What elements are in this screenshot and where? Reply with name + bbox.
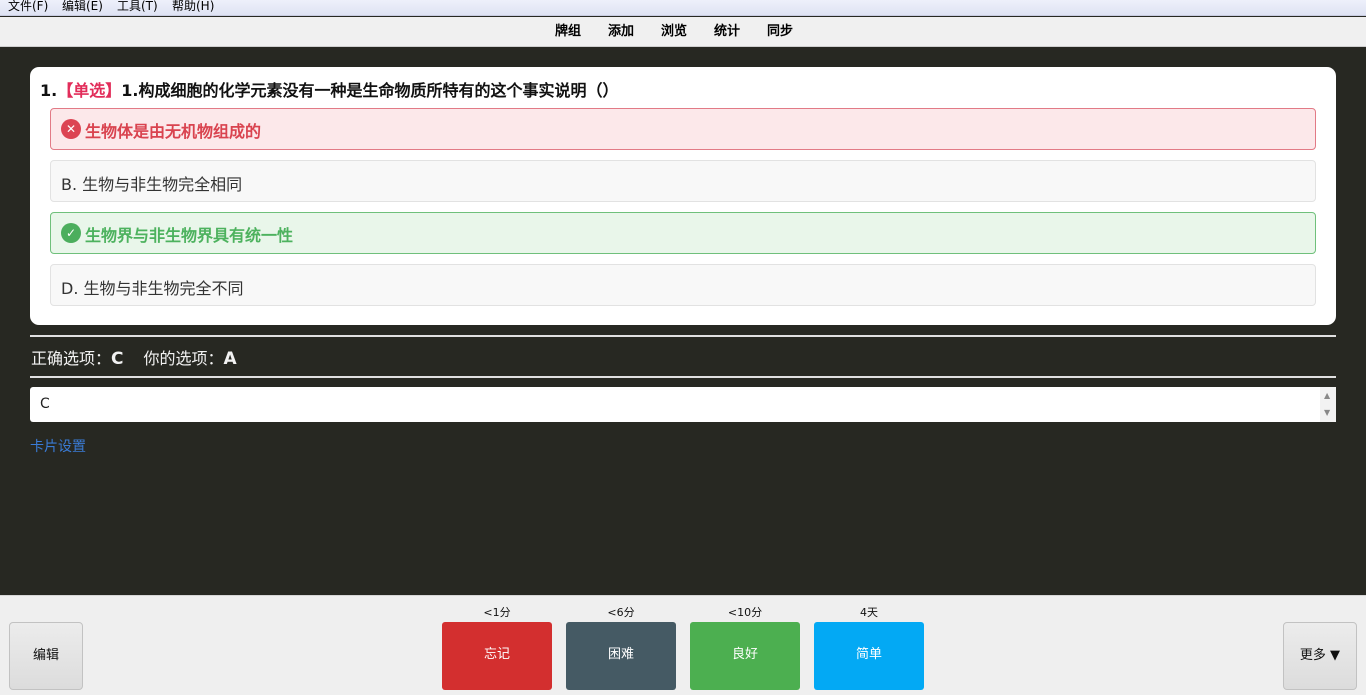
option-a-text: 生物体是由无机物组成的 — [85, 122, 262, 141]
card-settings-link[interactable]: 卡片设置 — [30, 436, 86, 456]
answer-input[interactable]: C ▲ ▼ — [30, 387, 1336, 422]
question-card: 1.【单选】1.构成细胞的化学元素没有一种是生命物质所特有的这个事实说明（） ✕… — [30, 67, 1336, 325]
answer-input-value: C — [40, 396, 50, 412]
scroll-down-icon[interactable]: ▼ — [1324, 408, 1330, 417]
yours-value: A — [223, 349, 237, 369]
more-button[interactable]: 更多 ▼ — [1283, 622, 1357, 690]
ease-easy-time: 4天 — [860, 606, 878, 619]
again-button[interactable]: 忘记 — [442, 622, 552, 690]
option-d[interactable]: D. 生物与非生物完全不同 — [50, 264, 1316, 306]
question-text: 1.构成细胞的化学元素没有一种是生命物质所特有的这个事实说明（） — [121, 81, 619, 100]
x-circle-icon: ✕ — [61, 119, 81, 139]
toolbar-browse[interactable]: 浏览 — [661, 25, 687, 39]
toolbar-sync[interactable]: 同步 — [767, 25, 793, 39]
question-type: 【单选】 — [57, 81, 122, 100]
option-b[interactable]: B. 生物与非生物完全相同 — [50, 160, 1316, 202]
easy-button[interactable]: 简单 — [814, 622, 924, 690]
option-b-text: B. 生物与非生物完全相同 — [61, 175, 243, 194]
question-number: 1. — [40, 81, 58, 100]
ease-again-time: <1分 — [483, 606, 511, 619]
menu-tools[interactable]: 工具(T) — [117, 0, 158, 14]
scroll-up-icon[interactable]: ▲ — [1324, 391, 1330, 400]
scrollbar[interactable]: ▲ ▼ — [1320, 387, 1336, 422]
toolbar-decks[interactable]: 牌组 — [555, 25, 581, 39]
option-c-text: 生物界与非生物界具有统一性 — [85, 226, 294, 245]
option-c[interactable]: ✓ 生物界与非生物界具有统一性 — [50, 212, 1316, 254]
yours-label: 你的选项： — [143, 349, 224, 368]
divider — [30, 376, 1336, 378]
toolbar-stats[interactable]: 统计 — [714, 25, 740, 39]
edit-button[interactable]: 编辑 — [9, 622, 83, 690]
top-toolbar: 牌组 添加 浏览 统计 同步 — [0, 17, 1366, 47]
ease-hard-time: <6分 — [607, 606, 635, 619]
hard-button[interactable]: 困难 — [566, 622, 676, 690]
option-d-text: D. 生物与非生物完全不同 — [61, 279, 244, 298]
ease-good-time: <10分 — [727, 606, 763, 619]
menu-file[interactable]: 文件(F) — [8, 0, 48, 14]
divider — [30, 335, 1336, 337]
correct-value: C — [111, 349, 124, 369]
menu-edit[interactable]: 编辑(E) — [62, 0, 103, 14]
menu-bar: 文件(F) 编辑(E) 工具(T) 帮助(H) — [0, 0, 1366, 16]
good-button[interactable]: 良好 — [690, 622, 800, 690]
answer-result: 正确选项：C 你的选项：A — [31, 345, 237, 369]
bottom-bar: 编辑 <1分 忘记 <6分 困难 <10分 良好 4天 简单 更多 ▼ — [0, 595, 1366, 695]
correct-label: 正确选项： — [31, 349, 112, 368]
check-circle-icon: ✓ — [61, 223, 81, 243]
menu-help[interactable]: 帮助(H) — [172, 0, 214, 14]
option-a[interactable]: ✕ 生物体是由无机物组成的 — [50, 108, 1316, 150]
toolbar-add[interactable]: 添加 — [608, 25, 634, 39]
question-title: 1.【单选】1.构成细胞的化学元素没有一种是生命物质所特有的这个事实说明（） — [40, 77, 618, 101]
